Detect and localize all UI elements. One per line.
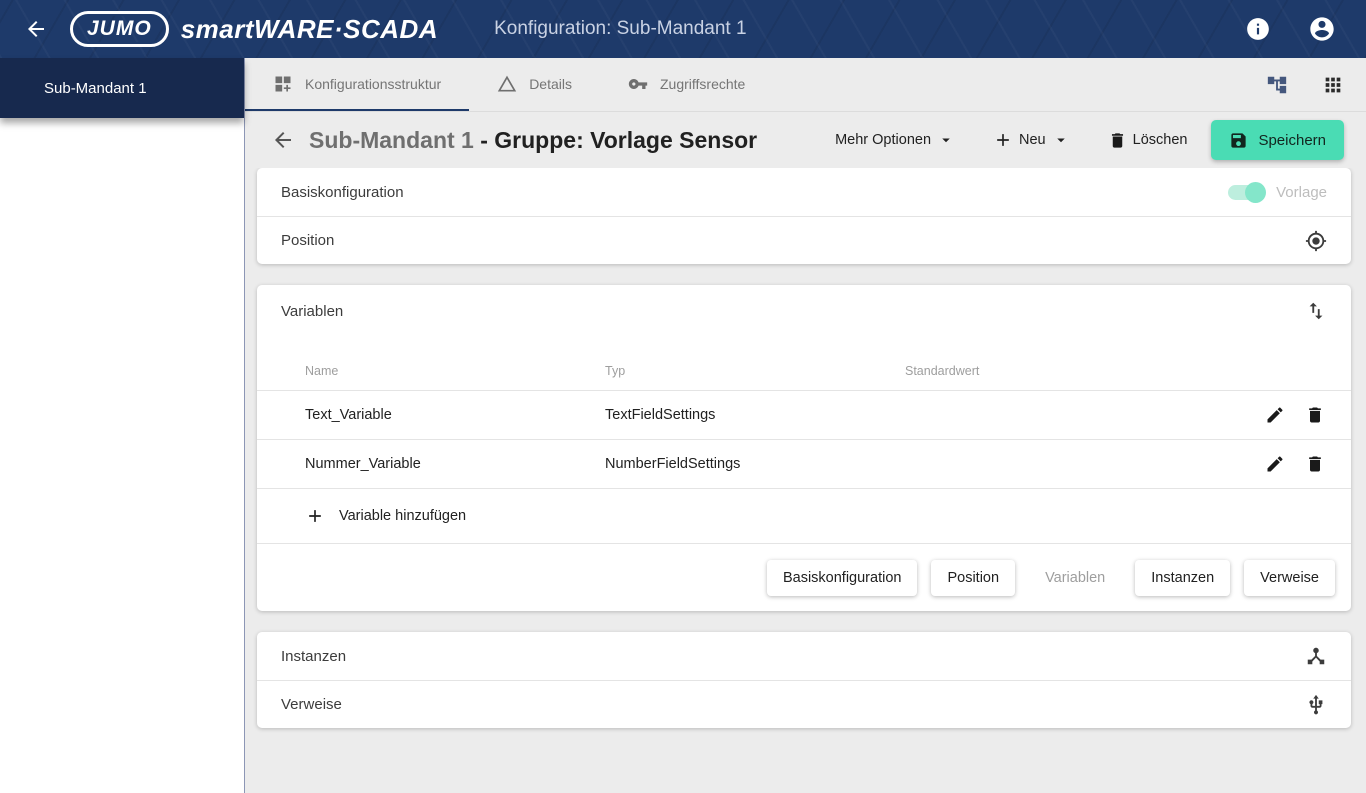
back-button[interactable] [265, 122, 301, 158]
chevron-down-icon [942, 138, 950, 143]
topbar-page-title: Konfiguration: Sub-Mandant 1 [494, 18, 747, 39]
table-header-row: Name Typ Standardwert [257, 351, 1351, 391]
nav-variablen-button: Variablen [1029, 560, 1121, 596]
loeschen-label: Löschen [1132, 132, 1188, 148]
speichern-button[interactable]: Speichern [1211, 120, 1344, 160]
sidebar: Sub-Mandant 1 [0, 58, 245, 793]
basis-position-card: Basiskonfiguration Vorlage Position [257, 168, 1351, 264]
dashboard-customize-icon [275, 76, 291, 91]
variablen-table: Name Typ Standardwert Text_Variable Text… [257, 351, 1351, 543]
info-icon[interactable] [1244, 15, 1272, 43]
toggle-thumb [1245, 181, 1267, 203]
device-hub-icon[interactable] [1305, 645, 1327, 667]
sidebar-tenant-label: Sub-Mandant 1 [44, 79, 147, 97]
add-variable-label: Variable hinzufügen [339, 508, 467, 524]
cell-typ: TextFieldSettings [605, 407, 716, 423]
plus-icon [309, 510, 321, 522]
swap-vert-icon[interactable] [1305, 300, 1327, 322]
tabbar-right-icons [1266, 58, 1366, 111]
basiskonfiguration-row[interactable]: Basiskonfiguration Vorlage [257, 168, 1351, 216]
tab-zugriffsrechte[interactable]: Zugriffsrechte [600, 58, 773, 111]
vorlage-toggle[interactable]: Vorlage [1228, 181, 1327, 203]
cell-typ: NumberFieldSettings [605, 456, 741, 472]
page-title-prefix: Sub-Mandant 1 [309, 126, 481, 153]
tree-view-icon[interactable] [1266, 74, 1288, 96]
delete-icon[interactable] [1305, 454, 1325, 474]
jumo-logo-text: JUMO [87, 17, 152, 40]
column-header-standardwert: Standardwert [905, 363, 980, 378]
position-label: Position [281, 232, 335, 249]
warning-icon [498, 75, 517, 91]
edit-icon[interactable] [1265, 454, 1285, 474]
toolbar-actions: Mehr Optionen Neu Löschen Speichern [821, 120, 1344, 160]
my-location-icon[interactable] [1305, 230, 1327, 252]
page-title: Sub-Mandant 1 - Gruppe: Vorlage Sensor [309, 127, 821, 154]
brand-title: smartWARE·SCADA [180, 13, 439, 44]
cell-name: Text_Variable [305, 407, 392, 423]
apps-grid-icon[interactable] [1322, 74, 1344, 96]
usb-icon[interactable] [1305, 694, 1327, 716]
verweise-label: Verweise [281, 696, 342, 713]
add-variable-button[interactable]: Variable hinzufügen [257, 489, 1351, 543]
nav-verweise-button[interactable]: Verweise [1244, 559, 1335, 596]
section-nav-buttons: Basiskonfiguration Position Variablen In… [257, 543, 1351, 611]
toggle-track [1228, 181, 1267, 203]
save-icon [1231, 132, 1247, 148]
column-header-typ: Typ [605, 363, 626, 378]
content-area: Basiskonfiguration Vorlage Position Vari… [245, 168, 1366, 793]
nav-position-button[interactable]: Position [931, 559, 1016, 596]
account-icon[interactable] [1308, 15, 1336, 43]
delete-icon[interactable] [1305, 405, 1325, 425]
edit-icon[interactable] [1265, 405, 1285, 425]
tab-label: Details [529, 75, 572, 92]
page-title-main: - Gruppe: Vorlage Sensor [480, 126, 758, 153]
jumo-logo: JUMO [70, 11, 169, 47]
neu-button[interactable]: Neu [979, 121, 1084, 159]
loeschen-button[interactable]: Löschen [1094, 121, 1202, 159]
instanzen-verweise-card: Instanzen Verweise [257, 632, 1351, 728]
column-header-name: Name [305, 363, 339, 378]
basiskonfiguration-label: Basiskonfiguration [281, 183, 404, 201]
table-row[interactable]: Text_Variable TextFieldSettings [257, 391, 1351, 440]
trash-icon [1111, 132, 1123, 148]
mehr-optionen-label: Mehr Optionen [835, 132, 932, 148]
tab-label: Konfigurationsstruktur [305, 75, 442, 92]
instanzen-label: Instanzen [281, 647, 347, 665]
variablen-label: Variablen [281, 302, 344, 320]
main-area: Konfigurationsstruktur Details Zugriffsr… [245, 58, 1366, 793]
position-row[interactable]: Position [257, 216, 1351, 264]
variablen-header: Variablen [257, 285, 1351, 337]
nav-basiskonfiguration-button[interactable]: Basiskonfiguration [766, 559, 918, 596]
instanzen-row[interactable]: Instanzen [257, 632, 1351, 680]
vorlage-toggle-label: Vorlage [1276, 183, 1327, 201]
speichern-label: Speichern [1258, 131, 1326, 149]
plus-icon [997, 134, 1009, 146]
table-row[interactable]: Nummer_Variable NumberFieldSettings [257, 440, 1351, 489]
tab-label: Zugriffsrechte [659, 75, 746, 92]
cell-name: Nummer_Variable [305, 456, 421, 472]
back-arrow-icon[interactable] [16, 9, 56, 49]
mehr-optionen-button[interactable]: Mehr Optionen [821, 121, 969, 159]
top-bar: JUMO smartWARE·SCADA Konfiguration: Sub-… [0, 0, 1366, 58]
neu-label: Neu [1019, 132, 1046, 148]
tab-konfigurationsstruktur[interactable]: Konfigurationsstruktur [245, 58, 470, 111]
sidebar-tenant-item[interactable]: Sub-Mandant 1 [0, 58, 244, 118]
toolbar: Sub-Mandant 1 - Gruppe: Vorlage Sensor M… [245, 112, 1366, 168]
key-icon [628, 78, 648, 89]
topbar-actions [1244, 15, 1350, 43]
nav-instanzen-button[interactable]: Instanzen [1135, 559, 1231, 596]
variablen-card: Variablen Name Typ Standardwert Text_Var… [257, 285, 1351, 611]
chevron-down-icon [1056, 138, 1065, 143]
tab-details[interactable]: Details [469, 58, 600, 111]
tab-bar: Konfigurationsstruktur Details Zugriffsr… [245, 58, 1366, 112]
verweise-row[interactable]: Verweise [257, 680, 1351, 728]
